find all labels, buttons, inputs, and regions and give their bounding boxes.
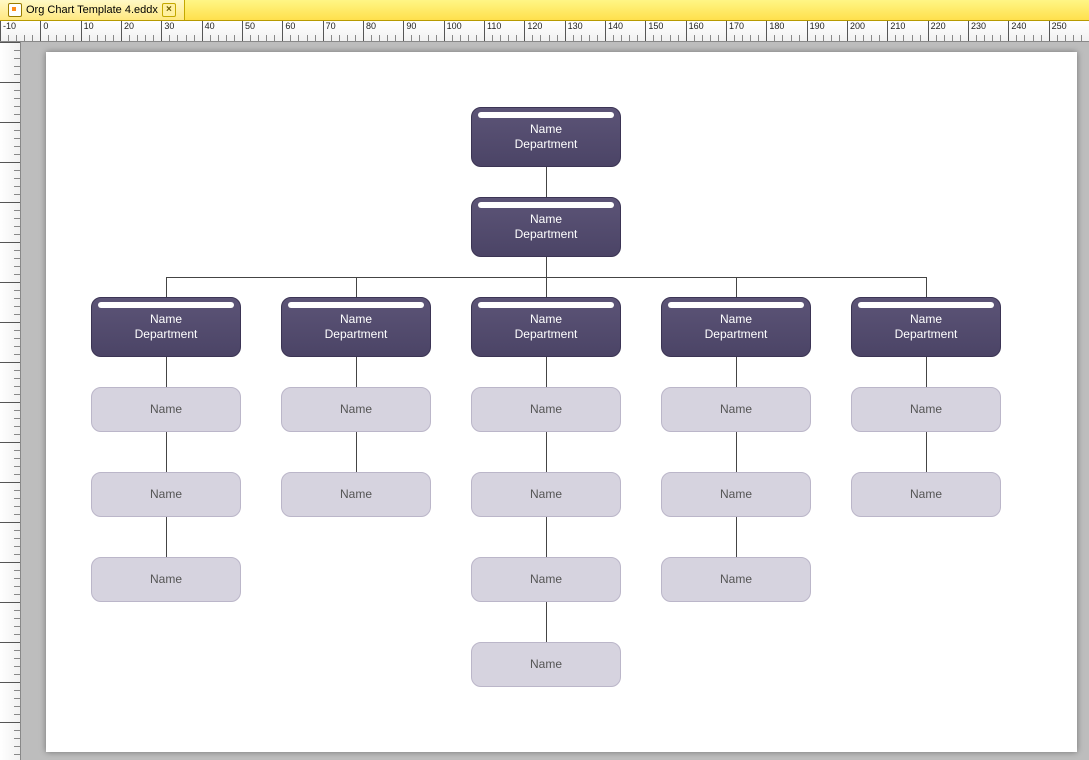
ruler-label: 130	[568, 21, 583, 31]
canvas[interactable]: Name Department Name Department Name Dep…	[21, 42, 1089, 760]
org-node-leaf[interactable]: Name	[281, 387, 431, 432]
org-node-dept-d[interactable]: Name Department	[661, 297, 811, 357]
ruler-label: 50	[245, 21, 255, 31]
node-name: Name	[530, 312, 562, 327]
node-name: Name	[910, 402, 942, 417]
node-dept: Department	[135, 327, 198, 342]
ruler-label: 200	[850, 21, 865, 31]
node-name: Name	[530, 487, 562, 502]
ruler-label: 10	[84, 21, 94, 31]
node-name: Name	[720, 487, 752, 502]
org-node-leaf[interactable]: Name	[281, 472, 431, 517]
org-node-leaf[interactable]: Name	[661, 472, 811, 517]
node-name: Name	[530, 212, 562, 227]
connector	[546, 277, 547, 297]
node-name: Name	[720, 402, 752, 417]
node-name: Name	[530, 657, 562, 672]
org-node-dept-c[interactable]: Name Department	[471, 297, 621, 357]
org-node-leaf[interactable]: Name	[91, 557, 241, 602]
ruler-label: 150	[648, 21, 663, 31]
ruler-label: -10	[3, 21, 16, 31]
org-node-leaf[interactable]: Name	[471, 642, 621, 687]
node-name: Name	[720, 312, 752, 327]
node-name: Name	[340, 312, 372, 327]
org-node-dept-e[interactable]: Name Department	[851, 297, 1001, 357]
page[interactable]: Name Department Name Department Name Dep…	[46, 52, 1077, 752]
ruler-label: 180	[769, 21, 784, 31]
org-node-leaf[interactable]: Name	[471, 472, 621, 517]
node-name: Name	[910, 312, 942, 327]
ruler-label: 20	[124, 21, 134, 31]
node-name: Name	[150, 572, 182, 587]
ruler-label: 140	[608, 21, 623, 31]
node-dept: Department	[895, 327, 958, 342]
org-node-leaf[interactable]: Name	[661, 557, 811, 602]
connector	[546, 257, 547, 277]
workspace: Name Department Name Department Name Dep…	[0, 42, 1089, 760]
ruler-label: 0	[43, 21, 48, 31]
node-name: Name	[530, 572, 562, 587]
ruler-label: 250	[1052, 21, 1067, 31]
node-name: Name	[150, 402, 182, 417]
horizontal-ruler[interactable]: -10 0 10 20 30 40 50 60 70 80 90 100 110 120 130 140 150…	[0, 21, 1089, 42]
ruler-label: 170	[729, 21, 744, 31]
close-icon[interactable]: ×	[162, 3, 176, 17]
ruler-label: 70	[326, 21, 336, 31]
org-node-leaf[interactable]: Name	[91, 387, 241, 432]
ruler-label: 230	[971, 21, 986, 31]
node-name: Name	[150, 312, 182, 327]
ruler-label: 240	[1011, 21, 1026, 31]
ruler-label: 190	[810, 21, 825, 31]
vertical-ruler[interactable]	[0, 42, 21, 760]
connector	[736, 277, 737, 297]
ruler-label: 80	[366, 21, 376, 31]
document-tab-label: Org Chart Template 4.eddx	[26, 4, 158, 16]
node-name: Name	[720, 572, 752, 587]
node-dept: Department	[515, 227, 578, 242]
org-node-dept-b[interactable]: Name Department	[281, 297, 431, 357]
ruler-label: 100	[447, 21, 462, 31]
ruler-label: 90	[406, 21, 416, 31]
document-icon	[8, 3, 22, 17]
document-tab-bar: Org Chart Template 4.eddx ×	[0, 0, 1089, 21]
document-tab[interactable]: Org Chart Template 4.eddx ×	[0, 0, 185, 20]
node-dept: Department	[515, 327, 578, 342]
node-dept: Department	[515, 137, 578, 152]
node-dept: Department	[325, 327, 388, 342]
connector	[356, 277, 357, 297]
connector	[926, 277, 927, 297]
org-node-top[interactable]: Name Department	[471, 107, 621, 167]
ruler-label: 30	[164, 21, 174, 31]
ruler-label: 160	[689, 21, 704, 31]
ruler-label: 110	[487, 21, 501, 31]
connector	[546, 167, 547, 197]
node-name: Name	[530, 122, 562, 137]
ruler-label: 210	[890, 21, 905, 31]
node-dept: Department	[705, 327, 768, 342]
org-node-leaf[interactable]: Name	[91, 472, 241, 517]
org-node-leaf[interactable]: Name	[851, 387, 1001, 432]
node-name: Name	[910, 487, 942, 502]
org-node-second[interactable]: Name Department	[471, 197, 621, 257]
org-node-dept-a[interactable]: Name Department	[91, 297, 241, 357]
node-name: Name	[530, 402, 562, 417]
node-name: Name	[340, 487, 372, 502]
ruler-label: 60	[285, 21, 295, 31]
org-node-leaf[interactable]: Name	[471, 387, 621, 432]
node-name: Name	[340, 402, 372, 417]
ruler-label: 40	[205, 21, 215, 31]
org-node-leaf[interactable]: Name	[471, 557, 621, 602]
org-node-leaf[interactable]: Name	[851, 472, 1001, 517]
org-node-leaf[interactable]: Name	[661, 387, 811, 432]
node-name: Name	[150, 487, 182, 502]
ruler-label: 220	[931, 21, 946, 31]
connector	[166, 277, 167, 297]
ruler-label: 120	[527, 21, 542, 31]
